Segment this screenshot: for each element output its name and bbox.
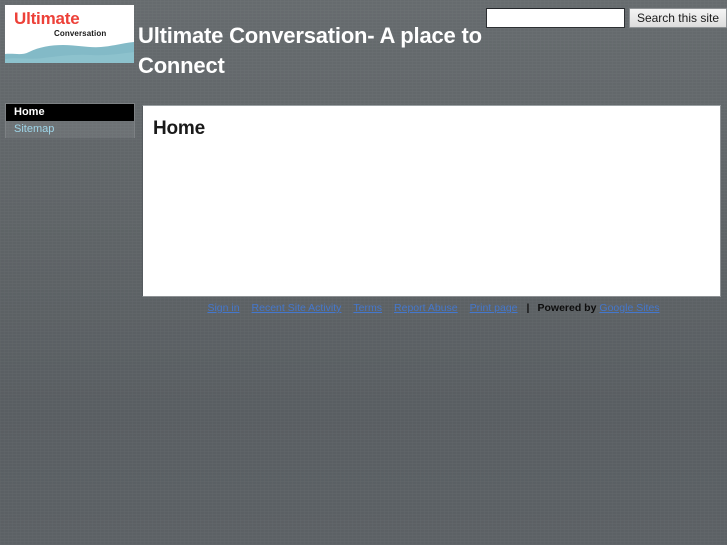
sidebar-item-sitemap[interactable]: Sitemap [6, 121, 134, 138]
footer-link-sign-in[interactable]: Sign in [207, 302, 239, 314]
content-body [143, 140, 720, 282]
footer-separator: | [526, 302, 530, 314]
footer-link-google-sites[interactable]: Google Sites [599, 302, 659, 314]
site-logo[interactable]: Ultimate Conversation [5, 5, 134, 63]
site-footer: Sign in Recent Site Activity Terms Repor… [142, 302, 719, 314]
footer-link-print-page[interactable]: Print page [470, 302, 518, 314]
search-box: Search this site [485, 8, 727, 28]
page-root: Ultimate Conversation Ultimate Conversat… [0, 0, 727, 545]
sidebar: Home Sitemap [5, 103, 135, 138]
footer-link-terms[interactable]: Terms [353, 302, 382, 314]
sidebar-item-home[interactable]: Home [6, 104, 134, 121]
logo-primary-text: Ultimate [14, 9, 80, 28]
page-title: Ultimate Conversation- A place to Connec… [138, 22, 482, 78]
sidebar-nav-list: Home Sitemap [5, 103, 135, 138]
site-header: Ultimate Conversation Ultimate Conversat… [0, 0, 727, 100]
wave-graphic-icon [5, 42, 134, 63]
footer-link-recent-site-activity[interactable]: Recent Site Activity [252, 302, 342, 314]
search-input[interactable] [485, 8, 625, 28]
search-button[interactable]: Search this site [628, 8, 727, 28]
list-item: Sitemap [6, 121, 134, 138]
list-item: Home [6, 104, 134, 121]
content-page-title: Home [153, 118, 205, 139]
footer-link-report-abuse[interactable]: Report Abuse [394, 302, 458, 314]
footer-powered-by-label: Powered by [537, 302, 597, 314]
content-panel: Home [142, 105, 721, 297]
